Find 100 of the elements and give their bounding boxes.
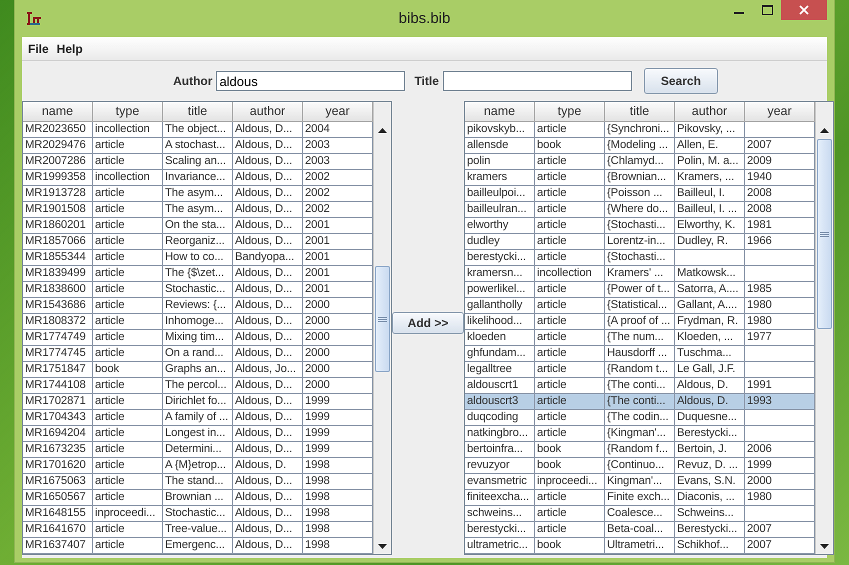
table-row[interactable]: kramers article {Brownian... Kramers, ... 1940 [465, 170, 815, 186]
column-header[interactable]: name [23, 102, 93, 122]
table-row[interactable]: berestycki... article Beta-coal... Berestycki... 2007 [465, 522, 815, 538]
author-field[interactable]: aldous [216, 71, 406, 91]
table-row[interactable]: MR1808372 article Inhomoge... Aldous, D... 2000 [23, 314, 373, 330]
table-row[interactable]: MR1744108 article The percol... Aldous, D... 2000 [23, 378, 373, 394]
table-row[interactable]: kloeden article {The num... Kloeden, ... 1977 [465, 330, 815, 346]
table-row[interactable]: elworthy article {Stochasti... Elworthy, K. 1981 [465, 218, 815, 234]
grip-icon [378, 316, 387, 322]
table-row[interactable]: MR1999358 incollection Invariance... Aldous, D... 2002 [23, 170, 373, 186]
table-cell: MR1808372 [23, 314, 93, 330]
add-button[interactable]: Add >> [392, 312, 464, 334]
scroll-down-icon[interactable] [378, 544, 387, 548]
table-row[interactable]: MR1774745 article On a rand... Aldous, D... 2000 [23, 346, 373, 362]
table-cell: How to co... [163, 250, 233, 266]
table-row[interactable]: MR1913728 article The asym... Aldous, D... 2002 [23, 186, 373, 202]
table-cell: MR1641670 [23, 522, 93, 538]
scroll-thumb[interactable] [817, 139, 832, 329]
menu-item[interactable]: File [26, 40, 55, 58]
table-row[interactable]: MR2023650 incollection The object... Aldous, D... 2004 [23, 122, 373, 138]
table-cell: article [535, 346, 605, 362]
table-row[interactable]: ultrametric... book Ultrametri... Schikhof... 2007 [465, 538, 815, 554]
column-header[interactable]: name [465, 102, 535, 122]
table-row[interactable]: bertoinfra... book {Random f... Bertoin, J. 2006 [465, 442, 815, 458]
scrollbar[interactable] [815, 102, 833, 554]
close-button[interactable] [781, 0, 827, 20]
column-header[interactable]: author [675, 102, 745, 122]
table-cell: Aldous, D... [233, 442, 303, 458]
table-row[interactable]: MR1641670 article Tree-value... Aldous, D... 1998 [23, 522, 373, 538]
table-row[interactable]: MR1839499 article The {$\zet... Aldous, D... 2001 [23, 266, 373, 282]
table-row[interactable]: MR1838600 article Stochastic... Aldous, D... 2001 [23, 282, 373, 298]
table-cell: evansmetric [465, 474, 535, 490]
table-row[interactable]: MR1857066 article Reorganiz... Aldous, D... 2001 [23, 234, 373, 250]
title-field[interactable] [442, 71, 632, 91]
table-cell: The {$\zet... [163, 266, 233, 282]
table-row[interactable]: bailleulpoi... article {Poisson ... Bailleul, I. 2008 [465, 186, 815, 202]
table-row[interactable]: evansmetric inproceedi... Kingman'... Evans, S.N. 2000 [465, 474, 815, 490]
scroll-thumb[interactable] [375, 266, 390, 372]
table-cell: book [535, 538, 605, 554]
table-cell: ultrametric... [465, 538, 535, 554]
table-row[interactable]: pikovskyb... article {Synchroni... Pikovsky, ... [465, 122, 815, 138]
column-header[interactable]: title [163, 102, 233, 122]
table-row[interactable]: gallantholly article {Statistical... Gallant, A.... 1980 [465, 298, 815, 314]
table-cell: Revuz, D. ... [675, 458, 745, 474]
column-header[interactable]: year [745, 102, 815, 122]
table-row[interactable]: dudley article Lorentz-in... Dudley, R. 1966 [465, 234, 815, 250]
table-cell: article [535, 394, 605, 410]
menu-item[interactable]: Help [54, 40, 89, 58]
column-header[interactable]: type [535, 102, 605, 122]
table-cell: Kramers, ... [675, 170, 745, 186]
table-cell: Berestycki... [675, 522, 745, 538]
table-row[interactable]: bailleulran... article {Where do... Bailleul, I. ... 2008 [465, 202, 815, 218]
table-row[interactable]: MR1751847 book Graphs an... Aldous, Jo... 2000 [23, 362, 373, 378]
table-row[interactable]: MR1704343 article A family of ... Aldous, D... 1999 [23, 410, 373, 426]
table-row[interactable]: MR1637407 article Emergenc... Aldous, D... 1998 [23, 538, 373, 554]
table-row[interactable]: polin article {Chlamyd... Polin, M. a... 2009 [465, 154, 815, 170]
table-row[interactable]: MR1650567 article Brownian ... Aldous, D... 1998 [23, 490, 373, 506]
table-row[interactable]: MR1901508 article The asym... Aldous, D... 2002 [23, 202, 373, 218]
scrollbar[interactable] [373, 102, 391, 554]
scroll-down-icon[interactable] [820, 544, 829, 548]
search-button[interactable]: Search [644, 68, 718, 94]
table-row[interactable]: MR1675063 article The stand... Aldous, D... 1998 [23, 474, 373, 490]
table-row[interactable]: berestycki... article {Stochasti... [465, 250, 815, 266]
table-row[interactable]: natkingbro... article {Kingman'... Berestycki... [465, 426, 815, 442]
table-cell: article [93, 186, 163, 202]
table-row[interactable]: MR1694204 article Longest in... Aldous, D... 1999 [23, 426, 373, 442]
table-row[interactable]: MR1860201 article On the sta... Aldous, D... 2001 [23, 218, 373, 234]
table-row[interactable]: powerlikel... article {Power of t... Satorra, A.... 1985 [465, 282, 815, 298]
table-row[interactable]: MR1702871 article Dirichlet fo... Aldous, D... 1999 [23, 394, 373, 410]
table-row[interactable]: MR2007286 article Scaling an... Aldous, D... 2003 [23, 154, 373, 170]
scroll-up-icon[interactable] [820, 128, 829, 132]
table-row[interactable]: MR1648155 inproceedi... Stochastic... Aldous, D... 1998 [23, 506, 373, 522]
table-row[interactable]: MR1543686 article Reviews: {... Aldous, D... 2000 [23, 298, 373, 314]
table-cell: Invariance... [163, 170, 233, 186]
table-cell: article [93, 442, 163, 458]
table-row[interactable]: revuzyor book {Continuo... Revuz, D. ... 1999 [465, 458, 815, 474]
table-row[interactable]: legalltree article {Random t... Le Gall, J.F. [465, 362, 815, 378]
table-row[interactable]: MR1673235 article Determini... Aldous, D... 1999 [23, 442, 373, 458]
table-row[interactable]: MR1701620 article A {M}etrop... Aldous, D. 1998 [23, 458, 373, 474]
table-row[interactable]: aldouscrt3 article {The conti... Aldous, D. 1993 [465, 394, 815, 410]
table-cell: berestycki... [465, 522, 535, 538]
column-header[interactable]: type [93, 102, 163, 122]
scroll-up-icon[interactable] [378, 128, 387, 132]
table-row[interactable]: duqcoding article {The codin... Duquesne... [465, 410, 815, 426]
table-row[interactable]: schweins... article Coalesce... Schweins... [465, 506, 815, 522]
table-cell: Aldous, D... [233, 202, 303, 218]
table-row[interactable]: likelihood... article {A proof of ... Frydman, R. 1980 [465, 314, 815, 330]
column-header[interactable]: title [605, 102, 675, 122]
table-row[interactable]: MR2029476 article A stochast... Aldous, D... 2003 [23, 138, 373, 154]
table-row[interactable]: kramersn... incollection Kramers' ... Matkowsk... [465, 266, 815, 282]
table-row[interactable]: MR1855344 article How to co... Bandyopa... 2001 [23, 250, 373, 266]
table-row[interactable]: allensde book {Modeling ... Allen, E. 2007 [465, 138, 815, 154]
column-header[interactable]: author [233, 102, 303, 122]
column-header[interactable]: year [303, 102, 373, 122]
table-cell: Aldous, D... [233, 490, 303, 506]
table-cell: article [535, 282, 605, 298]
table-row[interactable]: ghfundam... article Hausdorff ... Tuschma... [465, 346, 815, 362]
table-row[interactable]: finiteexcha... article Finite exch... Diaconis, ... 1980 [465, 490, 815, 506]
table-row[interactable]: MR1774749 article Mixing tim... Aldous, D... 2000 [23, 330, 373, 346]
table-cell: Aldous, D... [233, 506, 303, 522]
